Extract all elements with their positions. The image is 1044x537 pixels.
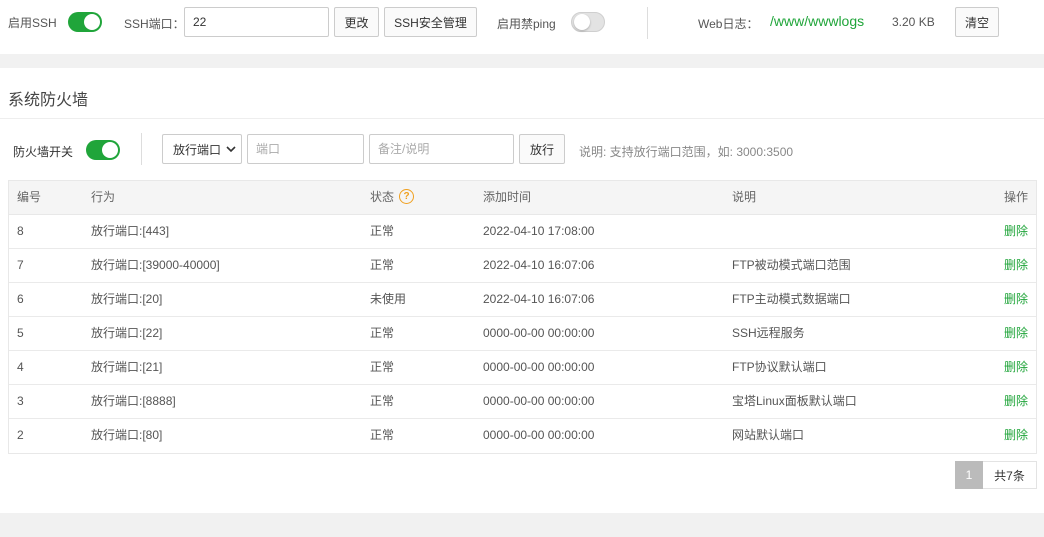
row-action: 放行端口:[20]: [91, 292, 163, 306]
ssh-port-label: SSH端口：: [124, 17, 185, 31]
delete-link[interactable]: 删除: [1004, 249, 1028, 282]
row-time: 0000-00-00 00:00:00: [483, 394, 595, 408]
row-id: 8: [17, 224, 24, 238]
row-status: 正常: [370, 224, 395, 238]
toggle-knob: [102, 142, 118, 158]
change-port-button[interactable]: 更改: [334, 7, 379, 37]
col-op: 操作: [1003, 190, 1028, 204]
firewall-switch-label: 防火墙开关: [13, 145, 74, 159]
row-time: 0000-00-00 00:00:00: [483, 428, 595, 442]
firewall-divider: [141, 133, 142, 165]
row-desc: FTP协议默认端口: [732, 360, 827, 374]
section-separator: [0, 54, 1044, 68]
web-log-label: Web日志：: [698, 17, 759, 31]
row-action: 放行端口:[8888]: [91, 394, 176, 408]
table-header: 编号 行为 状态? 添加时间 说明 操作: [9, 181, 1036, 215]
page-total: 共7条: [983, 461, 1037, 489]
row-desc: 网站默认端口: [732, 428, 805, 442]
chevron-down-icon: [226, 143, 236, 157]
col-id: 编号: [17, 190, 42, 204]
row-id: 6: [17, 292, 24, 306]
row-status: 正常: [370, 258, 395, 272]
row-status: 正常: [370, 360, 395, 374]
row-status: 正常: [370, 394, 395, 408]
row-action: 放行端口:[80]: [91, 428, 163, 442]
row-id: 2: [17, 428, 24, 442]
row-id: 4: [17, 360, 24, 374]
delete-link[interactable]: 删除: [1004, 283, 1028, 316]
ssh-toggle[interactable]: [68, 12, 102, 32]
disable-ping-label: 启用禁ping: [497, 17, 556, 31]
row-status: 未使用: [370, 292, 407, 306]
row-time: 0000-00-00 00:00:00: [483, 360, 595, 374]
row-desc: FTP主动模式数据端口: [732, 292, 851, 306]
col-status: 状态?: [370, 181, 415, 214]
action-select-value: 放行端口: [173, 142, 222, 157]
row-time: 2022-04-10 16:07:06: [483, 258, 595, 272]
delete-link[interactable]: 删除: [1004, 385, 1028, 418]
firewall-hint: 说明: 支持放行端口范围，如: 3000:3500: [579, 145, 794, 159]
row-status: 正常: [370, 428, 395, 442]
add-rule-button[interactable]: 放行: [519, 134, 565, 164]
row-action: 放行端口:[22]: [91, 326, 163, 340]
table-row: 8 放行端口:[443] 正常 2022-04-10 17:08:00 删除: [9, 215, 1036, 249]
web-log-path-link[interactable]: /www/wwwlogs: [770, 13, 864, 29]
section-title: 系统防火墙: [8, 92, 89, 109]
pagination: 1 共7条: [955, 461, 1037, 489]
row-desc: FTP被动模式端口范围: [732, 258, 851, 272]
toolbar-divider: [647, 7, 648, 39]
row-action: 放行端口:[39000-40000]: [91, 258, 220, 272]
toggle-knob: [84, 14, 100, 30]
action-select[interactable]: 放行端口: [162, 134, 242, 164]
row-time: 2022-04-10 17:08:00: [483, 224, 595, 238]
firewall-toggle[interactable]: [86, 140, 120, 160]
clear-log-button[interactable]: 清空: [955, 7, 999, 37]
title-underline: [0, 118, 1044, 119]
col-action: 行为: [91, 190, 116, 204]
row-status: 正常: [370, 326, 395, 340]
table-row: 4 放行端口:[21] 正常 0000-00-00 00:00:00 FTP协议…: [9, 351, 1036, 385]
ping-toggle[interactable]: [571, 12, 605, 32]
ssh-port-input[interactable]: [184, 7, 329, 37]
col-status-label: 状态: [370, 190, 395, 204]
port-input[interactable]: [247, 134, 364, 164]
delete-link[interactable]: 删除: [1004, 215, 1028, 248]
ssh-security-button[interactable]: SSH安全管理: [384, 7, 477, 37]
table-row: 5 放行端口:[22] 正常 0000-00-00 00:00:00 SSH远程…: [9, 317, 1036, 351]
delete-link[interactable]: 删除: [1004, 419, 1028, 452]
row-id: 5: [17, 326, 24, 340]
firewall-table: 编号 行为 状态? 添加时间 说明 操作 8 放行端口:[443] 正常 202…: [8, 180, 1037, 454]
row-time: 0000-00-00 00:00:00: [483, 326, 595, 340]
row-time: 2022-04-10 16:07:06: [483, 292, 595, 306]
row-desc: SSH远程服务: [732, 326, 805, 340]
help-icon[interactable]: ?: [399, 189, 415, 205]
bottom-separator: [0, 513, 1044, 537]
row-id: 7: [17, 258, 24, 272]
enable-ssh-label: 启用SSH: [8, 16, 57, 30]
page-current[interactable]: 1: [955, 461, 983, 489]
web-log-size: 3.20 KB: [892, 15, 935, 29]
col-desc: 说明: [732, 190, 757, 204]
note-input[interactable]: [369, 134, 514, 164]
toggle-knob: [574, 14, 590, 30]
table-row: 2 放行端口:[80] 正常 0000-00-00 00:00:00 网站默认端…: [9, 419, 1036, 453]
delete-link[interactable]: 删除: [1004, 351, 1028, 384]
row-action: 放行端口:[443]: [91, 224, 170, 238]
table-row: 7 放行端口:[39000-40000] 正常 2022-04-10 16:07…: [9, 249, 1036, 283]
row-id: 3: [17, 394, 24, 408]
col-time: 添加时间: [483, 190, 532, 204]
table-row: 3 放行端口:[8888] 正常 0000-00-00 00:00:00 宝塔L…: [9, 385, 1036, 419]
table-row: 6 放行端口:[20] 未使用 2022-04-10 16:07:06 FTP主…: [9, 283, 1036, 317]
row-desc: 宝塔Linux面板默认端口: [732, 394, 857, 408]
row-action: 放行端口:[21]: [91, 360, 163, 374]
delete-link[interactable]: 删除: [1004, 317, 1028, 350]
